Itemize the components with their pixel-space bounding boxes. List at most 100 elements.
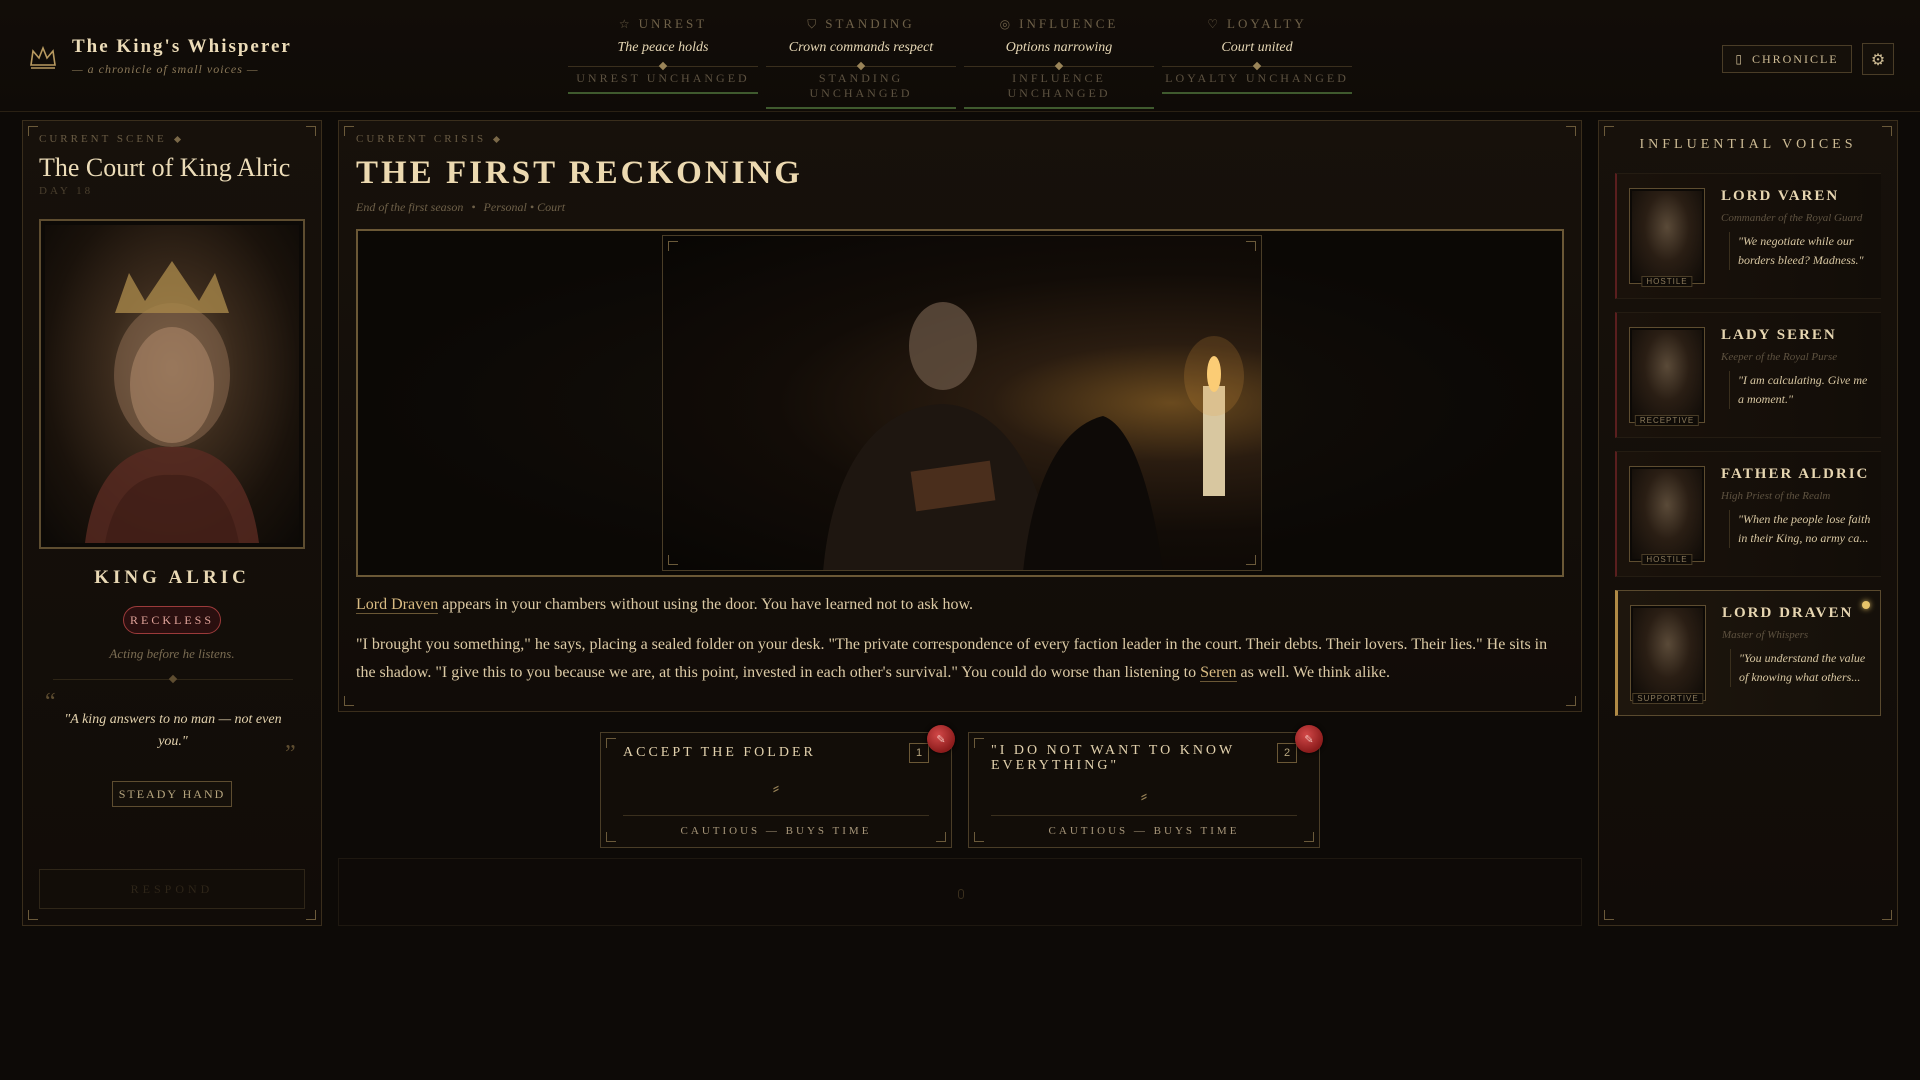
crisis-eyebrow: Current Crisis bbox=[356, 133, 1556, 145]
chronicle-label: Chronicle bbox=[1751, 51, 1839, 66]
voice-role: Keeper of the Royal Purse bbox=[1721, 351, 1838, 363]
crisis-panel: Current Crisis The First Reckoning End o… bbox=[338, 120, 1582, 712]
wax-seal-icon: ✎ bbox=[1295, 725, 1323, 753]
voice-quote: "I am calculating. Give me a moment." bbox=[1729, 371, 1875, 409]
stat-change: Standing unchanged bbox=[766, 71, 956, 109]
voice-name: Father Aldric bbox=[1721, 466, 1870, 482]
stat-meter bbox=[1162, 61, 1352, 71]
choice-effect: Cautious — Buys time bbox=[1048, 825, 1240, 837]
lord-draven-link[interactable]: Lord Draven bbox=[356, 596, 439, 614]
stat-meter bbox=[568, 61, 758, 71]
voice-role: Master of Whispers bbox=[1722, 629, 1809, 641]
respond-button[interactable]: Respond bbox=[39, 869, 305, 909]
choice-title: Accept the folder bbox=[623, 745, 816, 760]
stat-unrest[interactable]: ☆ Unrest The peace holds Unrest unchanged bbox=[568, 16, 758, 109]
stat-change: Unrest unchanged bbox=[568, 71, 758, 94]
king-name: King Alric bbox=[94, 567, 250, 588]
quote-close-mark: ” bbox=[285, 741, 296, 767]
crisis-time: End of the first season bbox=[356, 200, 464, 214]
chronicle-button[interactable]: ▯ Chronicle bbox=[1722, 45, 1852, 73]
top-bar: The King's Whisperer — a chronicle of sm… bbox=[0, 0, 1920, 112]
stat-standing[interactable]: ⛉ Standing Crown commands respect Standin… bbox=[766, 16, 956, 109]
divider bbox=[53, 674, 293, 684]
crisis-tags: Personal • Court bbox=[483, 200, 566, 214]
scene-illustration-image bbox=[823, 302, 1244, 570]
choice-hotkey: 2 bbox=[1277, 743, 1297, 763]
app-subtitle: — a chronicle of small voices — bbox=[72, 62, 259, 76]
voice-quote: "You understand the value of knowing wha… bbox=[1730, 649, 1876, 687]
brand: The King's Whisperer — a chronicle of sm… bbox=[28, 36, 292, 77]
scroll-indicator bbox=[958, 889, 964, 899]
king-portrait-image bbox=[85, 261, 259, 543]
stat-influence[interactable]: ◎ Influence Options narrowing Influence u… bbox=[964, 16, 1154, 109]
voice-card-lord-draven[interactable]: Supportive Lord Draven Master of Whisper… bbox=[1615, 590, 1881, 716]
voice-name: Lord Varen bbox=[1721, 188, 1840, 204]
king-quote: "A king answers to no man — not even you… bbox=[64, 712, 282, 749]
stat-label: Influence bbox=[1019, 16, 1119, 31]
stat-value: The peace holds bbox=[617, 40, 709, 55]
seren-link[interactable]: Seren bbox=[1200, 664, 1237, 682]
king-panel: Current Scene The Court of King Alric DA… bbox=[22, 120, 322, 926]
voice-portrait: Supportive bbox=[1630, 605, 1706, 704]
stat-value: Crown commands respect bbox=[788, 40, 934, 55]
voice-card-father-aldric[interactable]: Hostile Father Aldric High Priest of the… bbox=[1615, 451, 1881, 577]
choice-hotkey: 1 bbox=[909, 743, 929, 763]
stat-value: Court united bbox=[1221, 40, 1293, 55]
scene-illustration-frame bbox=[356, 229, 1564, 577]
scene-illustration bbox=[662, 235, 1262, 571]
crisis-meta: End of the first season • Personal • Cou… bbox=[356, 200, 1556, 215]
choice-effect: Cautious — Buys time bbox=[680, 825, 872, 837]
shield-icon: ⛉ bbox=[807, 16, 820, 31]
voice-card-lady-seren[interactable]: Receptive Lady Seren Keeper of the Royal… bbox=[1615, 312, 1881, 438]
voices-title: Influential Voices bbox=[1639, 137, 1857, 152]
steady-hand-button[interactable]: Steady Hand bbox=[112, 781, 232, 807]
stat-change: Influence unchanged bbox=[964, 71, 1154, 109]
quill-icon: ⸗ bbox=[1140, 783, 1148, 807]
voice-name: Lord Draven bbox=[1722, 605, 1854, 621]
voices-panel: Influential Voices Hostile Lord Varen Co… bbox=[1598, 120, 1898, 926]
choice-card-refuse-knowledge[interactable]: "I do not want to know everything" 2 ✎ ⸗… bbox=[968, 725, 1323, 848]
book-icon: ▯ bbox=[1735, 51, 1744, 66]
king-portrait bbox=[39, 219, 305, 549]
voice-quote: "We negotiate while our borders bleed? M… bbox=[1729, 232, 1875, 270]
choice-title: "I do not want to know everything" bbox=[991, 743, 1235, 773]
stat-change: Loyalty unchanged bbox=[1162, 71, 1352, 94]
gear-icon: ⚙ bbox=[1870, 49, 1886, 69]
heart-icon: ♡ bbox=[1207, 16, 1221, 31]
voice-quote: "When the people lose faith in their Kin… bbox=[1729, 510, 1875, 548]
narrative-paragraph: Lord Draven appears in your chambers wit… bbox=[356, 596, 974, 614]
crisis-title: The First Reckoning bbox=[356, 155, 803, 191]
voice-role: High Priest of the Realm bbox=[1721, 490, 1831, 502]
voice-name: Lady Seren bbox=[1721, 327, 1837, 343]
choice-card-accept-folder[interactable]: Accept the folder 1 ✎ ⸗ Cautious — Buys … bbox=[600, 725, 955, 848]
notification-dot bbox=[1862, 601, 1870, 609]
scene-day: DAY 18 bbox=[39, 185, 94, 197]
settings-button[interactable]: ⚙ bbox=[1862, 43, 1894, 75]
scene-title: The Court of King Alric bbox=[39, 153, 291, 182]
status-badge: Hostile bbox=[1641, 276, 1693, 287]
scene-eyebrow: Current Scene bbox=[39, 133, 309, 145]
status-badge: Supportive bbox=[1632, 693, 1704, 704]
trait-description: Acting before he listens. bbox=[109, 646, 235, 661]
crown-icon bbox=[30, 45, 56, 69]
voice-portrait: Hostile bbox=[1629, 188, 1705, 287]
status-badge: Receptive bbox=[1634, 415, 1700, 426]
voice-portrait: Receptive bbox=[1629, 327, 1705, 426]
meta-separator: • bbox=[471, 200, 476, 214]
stat-meter bbox=[766, 61, 956, 71]
narrative-text: Lord Draven appears in your chambers wit… bbox=[356, 591, 1566, 687]
narrative-paragraph: "I brought you something," he says, plac… bbox=[356, 636, 1548, 682]
quote-open-mark: “ bbox=[45, 689, 56, 715]
wax-seal-icon: ✎ bbox=[927, 725, 955, 753]
voice-role: Commander of the Royal Guard bbox=[1721, 212, 1863, 224]
star-icon: ☆ bbox=[618, 16, 633, 31]
stat-label: Loyalty bbox=[1227, 16, 1307, 31]
trait-badge[interactable]: Reckless bbox=[123, 606, 221, 634]
quill-icon: ⸗ bbox=[772, 775, 780, 799]
stat-label: Standing bbox=[825, 16, 915, 31]
app-title: The King's Whisperer bbox=[72, 36, 292, 57]
voice-card-lord-varen[interactable]: Hostile Lord Varen Commander of the Roya… bbox=[1615, 173, 1881, 299]
eye-icon: ◎ bbox=[999, 16, 1014, 31]
stat-loyalty[interactable]: ♡ Loyalty Court united Loyalty unchanged bbox=[1162, 16, 1352, 109]
stat-label: Unrest bbox=[638, 16, 708, 31]
